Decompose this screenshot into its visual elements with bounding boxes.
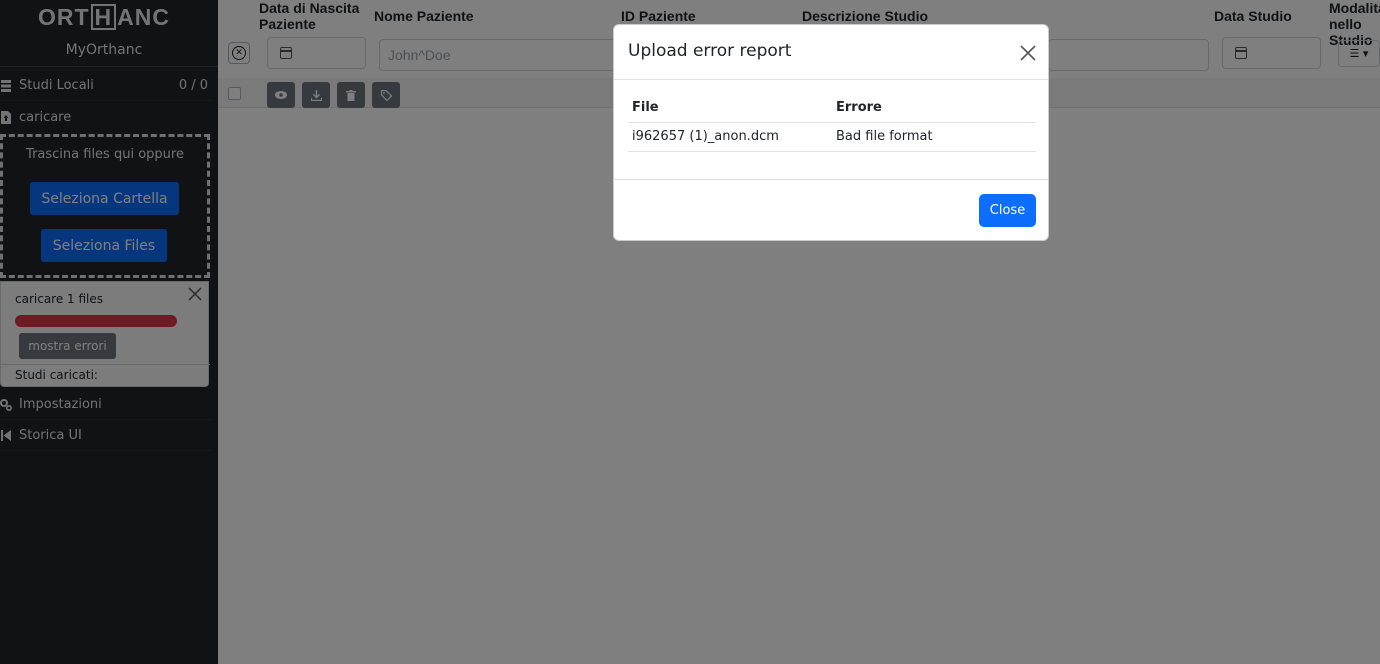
error-file-cell: i962657 (1)_anon.dcm [628,122,832,152]
upload-error-modal: Upload error report File Errore i962657 … [613,24,1049,241]
modal-header: Upload error report [614,25,1048,80]
column-header-error: Errore [832,95,1036,123]
error-message-cell: Bad file format [832,122,1036,152]
table-row: i962657 (1)_anon.dcm Bad file format [628,122,1036,152]
close-button[interactable]: Close [979,194,1036,227]
modal-title: Upload error report [628,41,792,61]
modal-footer: Close [614,179,1048,241]
close-icon[interactable] [1018,43,1038,63]
column-header-file: File [628,95,832,123]
table-header-row: File Errore [628,95,1036,123]
error-table: File Errore i962657 (1)_anon.dcm Bad fil… [628,95,1036,152]
